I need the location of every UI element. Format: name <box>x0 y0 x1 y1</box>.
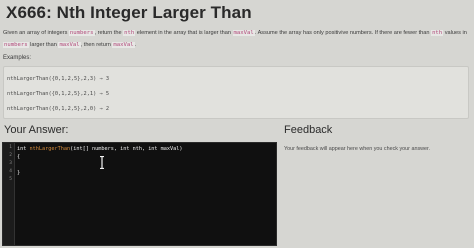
desc-text: . Assume the array has only positivive n… <box>254 30 432 36</box>
code-line[interactable]: int nthLargerThan(int[] numbers, int nth… <box>17 145 183 153</box>
desc-code-nth: nth <box>123 30 136 36</box>
code-editor[interactable]: 1 2 3 4 5 int nthLargerThan(int[] number… <box>2 142 277 246</box>
desc-code-numbers: numbers <box>68 30 95 36</box>
desc-text: . <box>134 42 137 48</box>
desc-code-numbers: numbers <box>3 42 29 48</box>
line-number: 2 <box>9 153 12 158</box>
desc-code-nth: nth <box>431 30 444 36</box>
code-return-type: int <box>17 146 30 152</box>
examples-label: Examples: <box>3 55 32 61</box>
desc-text: , then return <box>80 42 113 48</box>
problem-title: X666: Nth Integer Larger Than <box>6 3 252 22</box>
desc-code-maxval: maxVal <box>58 42 81 48</box>
text-cursor-icon <box>100 156 104 169</box>
answer-heading: Your Answer: <box>4 124 69 136</box>
line-number: 1 <box>9 145 12 150</box>
line-number-gutter: 1 2 3 4 5 <box>3 143 15 245</box>
code-line[interactable]: { <box>17 153 20 161</box>
desc-text: , return the <box>94 30 124 36</box>
feedback-heading: Feedback <box>284 124 333 136</box>
desc-text: Given an array of integers <box>3 30 69 36</box>
problem-description: Given an array of integers numbers, retu… <box>3 27 469 51</box>
desc-text: element in the array that is larger than <box>135 30 233 36</box>
desc-text: values in <box>443 30 467 36</box>
examples-box: nthLargerThan({0,1,2,5},2,3) → 3 nthLarg… <box>3 66 469 119</box>
line-number: 5 <box>9 177 12 182</box>
code-function-name: nthLargerThan <box>29 146 71 152</box>
example-line: nthLargerThan({0,1,2,5},2,1) → 5 <box>7 91 110 97</box>
example-line: nthLargerThan({0,1,2,5},2,0) → 2 <box>7 106 110 112</box>
code-line[interactable]: } <box>17 169 20 177</box>
example-line: nthLargerThan({0,1,2,5},2,3) → 3 <box>7 76 110 82</box>
desc-code-maxval: maxVal <box>112 42 135 48</box>
feedback-placeholder: Your feedback will appear here when you … <box>284 146 431 152</box>
line-number: 4 <box>9 169 12 174</box>
desc-code-maxval: maxVal <box>232 30 255 36</box>
desc-text: larger than <box>28 42 59 48</box>
code-params: (int[] numbers, int nth, int maxVal) <box>70 146 183 152</box>
line-number: 3 <box>9 161 12 166</box>
